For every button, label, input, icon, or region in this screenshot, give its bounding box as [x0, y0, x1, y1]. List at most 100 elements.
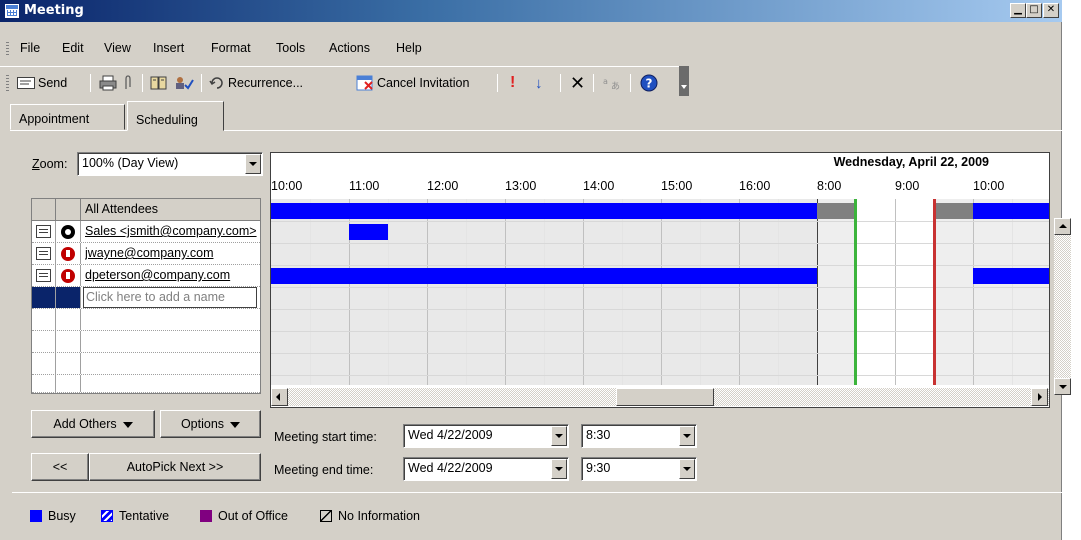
legend-no-information: No Information [320, 509, 420, 523]
row-col-type [32, 353, 56, 374]
scroll-right-icon [1038, 393, 1042, 401]
hour-gridline [973, 199, 974, 385]
delete-button[interactable]: ✕ [570, 73, 585, 93]
hour-gridline [505, 199, 506, 385]
toolbar-overflow-chevron[interactable] [679, 66, 689, 96]
attendee-row[interactable]: jwayne@company.com [32, 243, 260, 265]
start-time-select[interactable]: 8:30 [581, 424, 697, 448]
paperclip-icon [125, 75, 131, 89]
tab-appointment[interactable]: Appointment [10, 104, 125, 130]
menu-tools[interactable]: Tools [276, 41, 305, 55]
meeting-window: Meeting ▁ □ ✕ File Edit View Insert Form… [0, 0, 1062, 540]
print-button[interactable] [99, 73, 117, 93]
options-button[interactable]: Options [160, 410, 261, 438]
attendee-name[interactable]: Sales <jsmith@company.com> [85, 224, 259, 238]
options-label: Options [180, 417, 225, 431]
scroll-right-button[interactable] [1031, 388, 1048, 406]
help-button[interactable]: ? [640, 73, 658, 93]
close-button[interactable]: ✕ [1043, 3, 1059, 18]
organizer-icon[interactable] [61, 225, 75, 239]
attendee-list: All Attendees Sales <jsmith@company.com>… [31, 198, 261, 394]
chevron-down-icon[interactable] [679, 426, 695, 446]
send-meeting-icon[interactable] [36, 269, 51, 282]
required-attendee-icon[interactable] [61, 269, 75, 283]
attendee-row[interactable]: dpeterson@company.com [32, 265, 260, 287]
all-attendees-header[interactable]: All Attendees [85, 202, 259, 216]
importance-high-button[interactable]: ! [510, 73, 515, 93]
horizontal-scrollbar[interactable] [271, 388, 1049, 406]
zoom-select[interactable]: 100% (Day View) [77, 152, 263, 176]
address-book-icon [150, 76, 167, 90]
maximize-button[interactable]: □ [1026, 3, 1042, 18]
scroll-left-icon [276, 393, 280, 401]
chevron-down-icon[interactable] [245, 154, 261, 174]
menu-format[interactable]: Format [211, 41, 251, 55]
end-date-select[interactable]: Wed 4/22/2009 [403, 457, 569, 481]
importance-low-button[interactable]: ↓ [535, 73, 543, 93]
translate-button[interactable]: aあ [602, 73, 622, 93]
send-icon [17, 77, 35, 89]
tentative-swatch [101, 510, 113, 522]
scroll-down-button[interactable] [1054, 378, 1071, 395]
busy-block-all [271, 203, 817, 219]
zoom-label: Zoom: [32, 157, 68, 171]
menu-help[interactable]: Help [396, 41, 422, 55]
vertical-scrollbar[interactable] [1054, 218, 1071, 395]
check-names-button[interactable] [174, 73, 194, 93]
time-label: 10:00 [271, 179, 303, 193]
tab-scheduling[interactable]: Scheduling [127, 101, 224, 131]
dropdown-arrow-icon [230, 422, 241, 428]
attendee-name[interactable]: dpeterson@company.com [85, 268, 259, 282]
required-attendee-icon[interactable] [61, 247, 75, 261]
menu-file[interactable]: File [20, 41, 40, 55]
free-busy-grid[interactable]: Wednesday, April 22, 2009 10:00 11:00 12… [270, 152, 1050, 408]
chevron-down-icon[interactable] [551, 459, 567, 479]
exclamation-icon: ! [510, 74, 516, 91]
menu-actions[interactable]: Actions [329, 41, 370, 55]
attendee-name[interactable]: jwayne@company.com [85, 246, 259, 260]
end-time-select[interactable]: 9:30 [581, 457, 697, 481]
meeting-end-marker[interactable] [933, 199, 936, 385]
legend-out-of-office: Out of Office [200, 509, 288, 523]
header-col-type [32, 199, 56, 220]
add-others-label: Add Others [53, 417, 117, 431]
send-button[interactable]: Send [17, 73, 67, 93]
address-book-button[interactable] [150, 73, 168, 93]
attach-button[interactable] [123, 73, 133, 93]
menu-insert[interactable]: Insert [153, 41, 184, 55]
attendee-row[interactable]: Sales <jsmith@company.com> [32, 221, 260, 243]
chevron-down-icon[interactable] [551, 426, 567, 446]
add-others-button[interactable]: Add Others [31, 410, 155, 438]
toolbar-separator [593, 74, 594, 92]
send-meeting-icon[interactable] [36, 247, 51, 260]
start-date-value: Wed 4/22/2009 [408, 428, 493, 442]
send-meeting-icon[interactable] [36, 225, 51, 238]
chevron-down-icon[interactable] [679, 459, 695, 479]
start-date-select[interactable]: Wed 4/22/2009 [403, 424, 569, 448]
legend-separator [12, 492, 1062, 493]
start-time-value: 8:30 [586, 428, 611, 442]
recurrence-button[interactable]: Recurrence... [209, 73, 303, 93]
row-col-role [56, 309, 81, 330]
cancel-invitation-button[interactable]: Cancel Invitation [356, 73, 469, 93]
menu-view[interactable]: View [104, 41, 131, 55]
scroll-left-button[interactable] [271, 388, 288, 406]
meeting-start-marker[interactable] [854, 199, 857, 385]
toolbar-separator [201, 74, 202, 92]
autopick-next-button[interactable]: AutoPick Next >> [89, 453, 261, 481]
tab-strip: Appointment Scheduling [10, 101, 1062, 131]
menu-edit[interactable]: Edit [62, 41, 84, 55]
add-attendee-row[interactable]: Click here to add a name [32, 287, 260, 309]
time-label: 10:00 [973, 179, 1005, 193]
header-col-role [56, 199, 81, 220]
add-name-input[interactable]: Click here to add a name [83, 287, 257, 308]
autopick-previous-button[interactable]: << [31, 453, 89, 481]
recurrence-icon [209, 77, 223, 89]
half-hour-gridline [310, 199, 311, 385]
horizontal-scroll-thumb[interactable] [616, 388, 714, 406]
scroll-up-button[interactable] [1054, 218, 1071, 235]
svg-text:a: a [603, 77, 608, 86]
half-hour-gridline [544, 199, 545, 385]
grid-date: Wednesday, April 22, 2009 [833, 155, 989, 169]
minimize-button[interactable]: ▁ [1010, 3, 1026, 18]
